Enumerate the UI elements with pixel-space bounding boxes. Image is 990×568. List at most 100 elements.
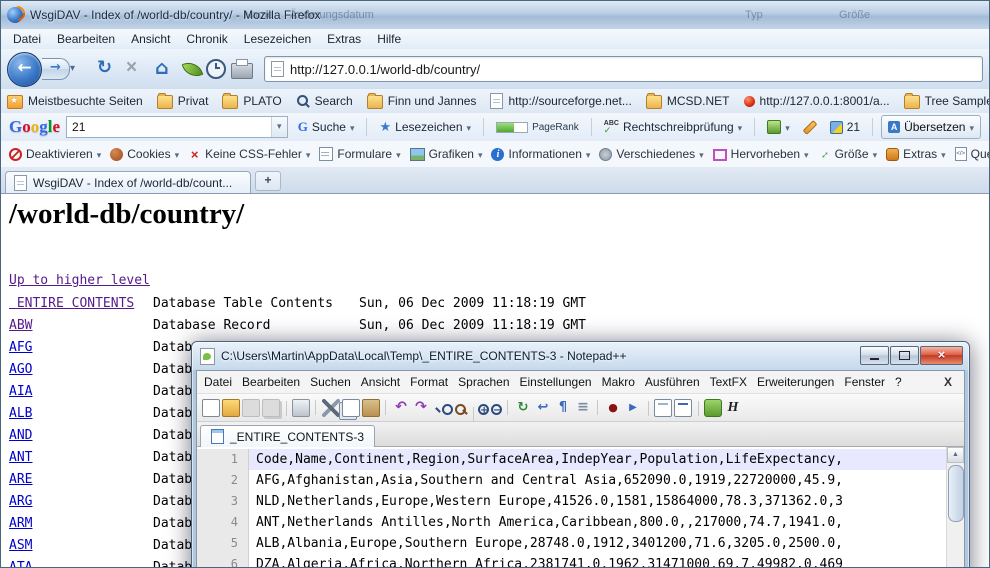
notepad-titlebar[interactable]: C:\Users\Martin\AppData\Local\Temp\_ENTI…: [196, 342, 965, 370]
webdev-menu-button[interactable]: Cookies: [110, 147, 179, 161]
toolbar-icon[interactable]: [292, 399, 310, 417]
menu-item[interactable]: Hilfe: [369, 32, 409, 46]
new-tab-button[interactable]: +: [255, 171, 281, 191]
scroll-up-arrow[interactable]: [947, 447, 964, 463]
google-search-dropdown[interactable]: [271, 117, 287, 137]
history-clock-button[interactable]: [206, 59, 226, 79]
menu-item[interactable]: Ansicht: [123, 32, 178, 46]
toolbar-icon[interactable]: [392, 399, 410, 417]
menu-item[interactable]: Datei: [5, 32, 49, 46]
webdev-menu-button[interactable]: Informationen: [491, 147, 590, 161]
print-button[interactable]: [231, 59, 253, 79]
webdev-menu-button[interactable]: Verschiedenes: [599, 147, 703, 161]
dropdown-caret[interactable]: [804, 147, 809, 161]
toolbar-icon[interactable]: [654, 399, 672, 417]
directory-entry-link[interactable]: AIA: [9, 384, 32, 399]
line-text[interactable]: DZA,Algeria,Africa,Northern Africa,23817…: [249, 554, 947, 568]
home-button[interactable]: [155, 57, 179, 81]
bookmark-item[interactable]: MCSD.NET: [646, 93, 730, 109]
stop-button[interactable]: [126, 57, 150, 81]
firefox-titlebar[interactable]: WsgiDAV - Index of /world-db/country/ - …: [1, 1, 989, 30]
toolbar-icon[interactable]: [342, 399, 360, 417]
dropdown-caret[interactable]: [97, 147, 102, 161]
bookmark-item[interactable]: Tree Samples: [904, 93, 989, 109]
bookmark-item[interactable]: Finn und Jannes: [367, 93, 477, 109]
directory-entry-link[interactable]: AFG: [9, 340, 32, 355]
dropdown-caret[interactable]: [969, 120, 974, 134]
menu-item[interactable]: Suchen: [305, 375, 356, 389]
directory-entry-link[interactable]: AGO: [9, 362, 32, 377]
bookmark-item[interactable]: http://127.0.0.1:8001/a...: [744, 94, 890, 108]
toolbar-icon[interactable]: [478, 404, 489, 415]
dropdown-caret[interactable]: [350, 120, 355, 134]
menu-item[interactable]: Bearbeiten: [237, 375, 305, 389]
menu-item[interactable]: Bearbeiten: [49, 32, 123, 46]
dropdown-caret[interactable]: [478, 147, 483, 161]
webdev-menu-button[interactable]: Deaktivieren: [9, 147, 101, 161]
directory-entry-link[interactable]: ATA: [9, 560, 32, 568]
toolbar-icon[interactable]: [362, 399, 380, 417]
toolbar-icon[interactable]: [514, 399, 532, 417]
directory-entry-link[interactable]: ARM: [9, 516, 32, 531]
menu-item[interactable]: Format: [405, 375, 453, 389]
directory-entry-link[interactable]: ANT: [9, 450, 32, 465]
toolbar-icon[interactable]: [322, 399, 340, 417]
webdev-menu-button[interactable]: Grafiken: [410, 147, 483, 161]
directory-entry-link[interactable]: ALB: [9, 406, 32, 421]
toolbar-icon[interactable]: [491, 404, 502, 415]
line-text[interactable]: ANT,Netherlands Antilles,North America,C…: [249, 512, 947, 533]
bookmark-item[interactable]: PLATO: [222, 93, 281, 109]
dropdown-caret[interactable]: [396, 147, 401, 161]
toolbar-icon[interactable]: [624, 399, 642, 417]
toolbar-icon[interactable]: [534, 399, 552, 417]
scroll-thumb[interactable]: [948, 465, 964, 522]
toolbar-icon[interactable]: [412, 399, 430, 417]
dropdown-caret[interactable]: [738, 120, 743, 134]
menu-item[interactable]: Extras: [319, 32, 369, 46]
pagerank-indicator[interactable]: PageRank: [492, 116, 583, 138]
directory-entry-link[interactable]: AND: [9, 428, 32, 443]
menu-item[interactable]: Fenster: [839, 375, 890, 389]
forward-button[interactable]: [42, 58, 70, 80]
toolbar-icon[interactable]: [724, 399, 742, 417]
dropdown-caret[interactable]: [306, 147, 311, 161]
close-button[interactable]: [920, 346, 963, 365]
menu-item[interactable]: Ansicht: [356, 375, 405, 389]
dropdown-caret[interactable]: [467, 120, 472, 134]
dropdown-caret[interactable]: [941, 147, 946, 161]
active-tab[interactable]: WsgiDAV - Index of /world-db/count...: [5, 171, 251, 193]
up-to-higher-level-link[interactable]: Up to higher level: [9, 273, 150, 288]
webdev-menu-button[interactable]: Größe: [818, 147, 878, 161]
dropdown-caret[interactable]: [785, 120, 790, 134]
menu-item[interactable]: Lesezeichen: [236, 32, 319, 46]
webdev-menu-button[interactable]: Keine CSS-Fehler: [188, 147, 310, 161]
url-bar[interactable]: http://127.0.0.1/world-db/country/: [264, 56, 983, 82]
toolbar-icon[interactable]: [704, 399, 722, 417]
menu-item[interactable]: Chronik: [178, 32, 235, 46]
line-text[interactable]: Code,Name,Continent,Region,SurfaceArea,I…: [249, 449, 947, 470]
document-tab[interactable]: _ENTIRE_CONTENTS-3: [200, 425, 375, 447]
search-term-button[interactable]: 21: [826, 116, 864, 138]
bookmark-item[interactable]: http://sourceforge.net...: [490, 93, 631, 109]
directory-entry-link[interactable]: ARE: [9, 472, 32, 487]
menu-item[interactable]: TextFX: [705, 375, 752, 389]
menu-item[interactable]: Ausführen: [640, 375, 705, 389]
toolbar-icon[interactable]: [574, 399, 592, 417]
editor-area[interactable]: 1 Code,Name,Continent,Region,SurfaceArea…: [197, 447, 964, 568]
google-search-button[interactable]: Suche: [294, 116, 359, 138]
edit-pencil-button[interactable]: [800, 116, 820, 138]
editor-scrollbar[interactable]: [946, 447, 964, 568]
toolbar-icon[interactable]: [222, 399, 240, 417]
toolbar-icon[interactable]: [554, 399, 572, 417]
line-text[interactable]: ALB,Albania,Europe,Southern Europe,28748…: [249, 533, 947, 554]
toolbar-icon[interactable]: [442, 404, 453, 415]
webdev-menu-button[interactable]: Quelltext: [955, 147, 989, 161]
google-bookmarks-button[interactable]: Lesezeichen: [375, 116, 475, 138]
menubar-close-button[interactable]: X: [934, 375, 962, 389]
toolbar-icon[interactable]: [455, 404, 466, 415]
bookmark-item[interactable]: Privat: [157, 93, 209, 109]
bookmark-item[interactable]: Search: [296, 94, 353, 108]
line-text[interactable]: NLD,Netherlands,Europe,Western Europe,41…: [249, 491, 947, 512]
menu-item[interactable]: Erweiterungen: [752, 375, 839, 389]
dropdown-caret[interactable]: [699, 147, 704, 161]
